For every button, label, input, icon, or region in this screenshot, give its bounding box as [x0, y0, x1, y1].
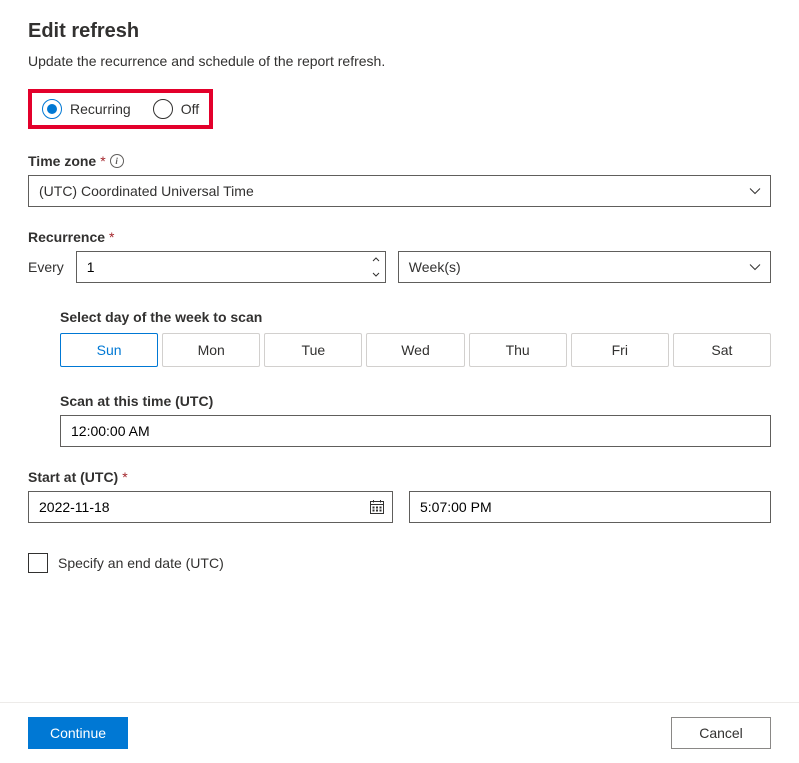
start-at-label: Start at (UTC) * — [28, 469, 771, 485]
recurrence-label: Recurrence * — [28, 229, 771, 245]
indented-section: Select day of the week to scan Sun Mon T… — [60, 309, 771, 447]
timezone-label-text: Time zone — [28, 153, 96, 169]
spinner-buttons — [367, 252, 385, 282]
day-btn-sun[interactable]: Sun — [60, 333, 158, 367]
day-buttons-row: Sun Mon Tue Wed Thu Fri Sat — [60, 333, 771, 367]
scan-time-input[interactable] — [60, 415, 771, 447]
start-at-label-text: Start at (UTC) — [28, 469, 118, 485]
every-label: Every — [28, 259, 64, 275]
radio-recurring-label: Recurring — [70, 101, 131, 117]
start-date-input[interactable] — [28, 491, 393, 523]
recurrence-label-text: Recurrence — [28, 229, 105, 245]
radio-recurring[interactable]: Recurring — [42, 99, 131, 119]
radio-circle-icon — [153, 99, 173, 119]
required-indicator: * — [109, 229, 114, 245]
end-date-label: Specify an end date (UTC) — [58, 555, 224, 571]
end-date-checkbox-row: Specify an end date (UTC) — [28, 553, 771, 573]
day-btn-fri[interactable]: Fri — [571, 333, 669, 367]
end-date-checkbox[interactable] — [28, 553, 48, 573]
recurrence-mode-radio-group: Recurring Off — [28, 89, 213, 129]
scan-time-section: Scan at this time (UTC) — [60, 393, 771, 447]
scan-time-label: Scan at this time (UTC) — [60, 393, 771, 409]
page-title: Edit refresh — [28, 20, 771, 43]
start-date-wrapper — [28, 491, 393, 523]
day-select-label: Select day of the week to scan — [60, 309, 771, 325]
cancel-button[interactable]: Cancel — [671, 717, 771, 749]
recurrence-row: Every Week(s) — [28, 251, 771, 283]
info-icon[interactable]: i — [110, 154, 124, 168]
required-indicator: * — [122, 469, 127, 485]
radio-circle-icon — [42, 99, 62, 119]
footer: Continue Cancel — [0, 702, 799, 763]
recurrence-unit-select[interactable]: Week(s) — [398, 251, 771, 283]
timezone-select[interactable]: (UTC) Coordinated Universal Time — [28, 175, 771, 207]
day-btn-tue[interactable]: Tue — [264, 333, 362, 367]
recurrence-count-input[interactable] — [76, 251, 386, 283]
spinner-up-button[interactable] — [367, 252, 385, 267]
radio-off-label: Off — [181, 101, 199, 117]
day-btn-sat[interactable]: Sat — [673, 333, 771, 367]
page-subtitle: Update the recurrence and schedule of th… — [28, 53, 771, 69]
day-btn-mon[interactable]: Mon — [162, 333, 260, 367]
calendar-icon[interactable] — [369, 499, 385, 515]
chevron-down-icon — [372, 272, 380, 277]
recurrence-count-wrapper — [76, 251, 386, 283]
start-time-input[interactable] — [409, 491, 771, 523]
recurrence-unit-value: Week(s) — [398, 251, 771, 283]
radio-dot-icon — [47, 104, 57, 114]
spinner-down-button[interactable] — [367, 267, 385, 282]
day-btn-thu[interactable]: Thu — [469, 333, 567, 367]
day-btn-wed[interactable]: Wed — [366, 333, 464, 367]
start-at-row — [28, 491, 771, 523]
continue-button[interactable]: Continue — [28, 717, 128, 749]
timezone-field: Time zone * i (UTC) Coordinated Universa… — [28, 153, 771, 207]
timezone-label: Time zone * i — [28, 153, 771, 169]
start-at-field: Start at (UTC) * — [28, 469, 771, 523]
timezone-select-value: (UTC) Coordinated Universal Time — [28, 175, 771, 207]
recurrence-field: Recurrence * Every Week(s) Select day of… — [28, 229, 771, 447]
radio-off[interactable]: Off — [153, 99, 199, 119]
chevron-up-icon — [372, 257, 380, 262]
start-time-wrapper — [409, 491, 771, 523]
required-indicator: * — [100, 153, 105, 169]
